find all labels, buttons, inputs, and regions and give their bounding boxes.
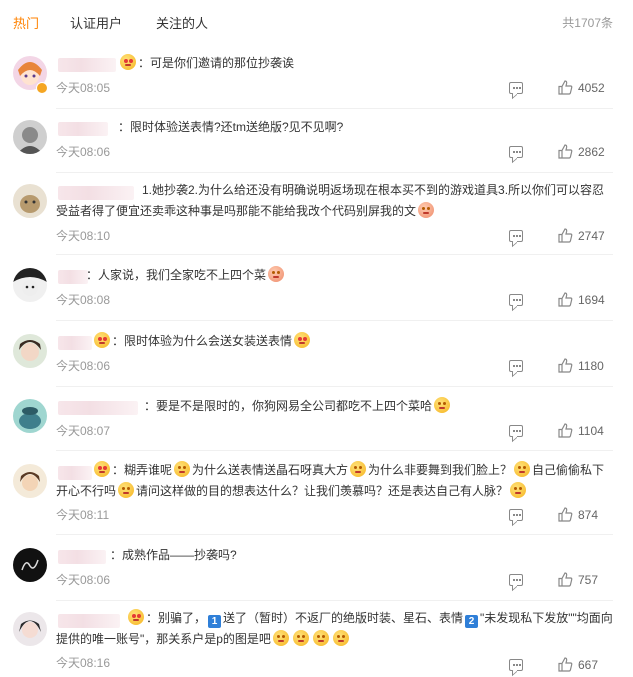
like-icon[interactable]: [558, 358, 573, 373]
comment-item: ：成熟作品——抄袭吗? 今天08:06 757: [0, 544, 633, 596]
like-icon[interactable]: [558, 657, 573, 672]
comment-time: 今天08:10: [56, 229, 111, 243]
reply-icon[interactable]: [509, 146, 523, 158]
like-icon[interactable]: [558, 423, 573, 438]
smile-emoji: [434, 397, 451, 413]
reply-icon[interactable]: [509, 360, 523, 372]
avatar[interactable]: [13, 268, 47, 302]
like-count: 4052: [578, 81, 605, 95]
like-count: 2747: [578, 229, 605, 243]
heart-eyes-emoji: [94, 332, 110, 348]
avatar[interactable]: [13, 612, 47, 646]
comment-time: 今天08:08: [56, 293, 111, 307]
tab-hot[interactable]: 热门: [13, 13, 39, 32]
divider: [56, 254, 613, 255]
comment-item: ：人家说，我们全家吃不上四个菜 今天08:08 1694: [0, 264, 633, 316]
reply-icon[interactable]: [509, 294, 523, 306]
like-icon[interactable]: [558, 292, 573, 307]
comment-time: 今天08:05: [56, 81, 111, 95]
comment-item: ：限时体验送表情?还tm送绝版?见不见啊? 今天08:06 2862: [0, 116, 633, 170]
comment-item: 1.她抄袭2.为什么给还没有明确说明返场现在根本买不到的游戏道具3.所以你们可以…: [0, 180, 633, 248]
avatar[interactable]: [13, 548, 47, 582]
keycap-2-icon: 2: [465, 615, 479, 628]
angry-emoji: [268, 266, 285, 282]
verified-badge-icon: [36, 82, 48, 94]
kiss-emoji: [294, 332, 311, 348]
reply-icon[interactable]: [509, 509, 523, 521]
heart-eyes-emoji: [94, 461, 110, 477]
comment-time: 今天08:06: [56, 573, 111, 587]
scream-emoji: [332, 630, 349, 646]
like-icon[interactable]: [558, 572, 573, 587]
divider: [56, 386, 613, 387]
comment-text: ：人家说，我们全家吃不上四个菜: [56, 265, 616, 286]
comment-text: ：糊弄谁呢 为什么送表情送晶石呀真大方 为什么非要舞到我们脸上？ 自己偷偷私下 开心不行…: [56, 461, 605, 498]
comment-item: ：别骗了， 1 送了（暂时）不返厂的绝版时装、星石、表情 2 "未发现私下发放""均面向…: [0, 608, 633, 676]
reply-icon[interactable]: [509, 574, 523, 586]
wink-emoji: [174, 461, 191, 477]
like-icon[interactable]: [558, 80, 573, 95]
comment-text: ：别骗了， 1 送了（暂时）不返厂的绝版时装、星石、表情 2 "未发现私下发放""均面向…: [56, 609, 613, 646]
divider: [56, 450, 613, 451]
reply-icon[interactable]: [509, 659, 523, 671]
reply-icon[interactable]: [509, 425, 523, 437]
peach-emoji: [418, 202, 435, 218]
comment-text: 1.她抄袭2.为什么给还没有明确说明返场现在根本买不到的游戏道具3.所以你们可以…: [56, 183, 605, 218]
like-count: 874: [578, 508, 599, 522]
keycap-1-icon: 1: [208, 615, 222, 628]
avatar[interactable]: [13, 464, 47, 498]
heart-eyes-emoji: [128, 609, 144, 625]
divider: [56, 600, 613, 601]
divider: [56, 534, 613, 535]
like-count: 2862: [578, 145, 605, 159]
comment-time: 今天08:06: [56, 359, 111, 373]
avatar[interactable]: [13, 120, 47, 154]
comment-text: ：要是不是限时的，你狗网易全公司都吃不上四个菜哈: [56, 396, 616, 417]
comment-total-count: 共1707条: [562, 16, 613, 30]
reply-icon[interactable]: [509, 82, 523, 94]
like-icon[interactable]: [558, 144, 573, 159]
avatar[interactable]: [13, 184, 47, 218]
like-count: 667: [578, 658, 599, 672]
comment-text: ：限时体验送表情?还tm送绝版?见不见啊?: [118, 120, 344, 134]
comment-text: ：可是你们邀请的那位抄袭诶: [56, 53, 616, 74]
comment-time: 今天08:06: [56, 145, 111, 159]
comment-text: ：成熟作品——抄袭吗?: [110, 548, 237, 562]
wink-emoji: [514, 461, 531, 477]
scream-emoji: [272, 630, 289, 646]
like-icon[interactable]: [558, 228, 573, 243]
heart-eyes-emoji: [120, 54, 136, 70]
avatar[interactable]: [13, 399, 47, 433]
comment-item: ：糊弄谁呢 为什么送表情送晶石呀真大方 为什么非要舞到我们脸上？ 自己偷偷私下 开心不行…: [0, 460, 633, 528]
comment-tabs: 热门 认证用户 关注的人 共1707条: [0, 0, 633, 44]
wink-emoji: [350, 461, 367, 477]
comment-item: ：可是你们邀请的那位抄袭诶 今天08:05 4052: [0, 52, 633, 108]
like-count: 1180: [578, 359, 604, 373]
comment-item: ：限时体验为什么会送女装送表情 今天08:06 1180: [0, 330, 633, 382]
comment-time: 今天08:11: [56, 508, 110, 522]
tab-verified-users[interactable]: 认证用户: [70, 13, 122, 32]
wink-emoji: [118, 482, 135, 498]
like-count: 1694: [578, 293, 605, 307]
scream-emoji: [292, 630, 309, 646]
divider: [56, 172, 613, 173]
comment-time: 今天08:07: [56, 424, 111, 438]
like-count: 1104: [578, 424, 604, 438]
divider: [56, 320, 613, 321]
wink-emoji: [510, 482, 527, 498]
like-count: 757: [578, 573, 599, 587]
comment-item: ：要是不是限时的，你狗网易全公司都吃不上四个菜哈 今天08:07 1104: [0, 395, 633, 447]
tab-following[interactable]: 关注的人: [156, 13, 208, 32]
scream-emoji: [312, 630, 329, 646]
divider: [56, 108, 613, 109]
comment-time: 今天08:16: [56, 656, 111, 670]
comment-text: ：限时体验为什么会送女装送表情: [56, 331, 616, 352]
avatar[interactable]: [13, 334, 47, 368]
like-icon[interactable]: [558, 507, 573, 522]
reply-icon[interactable]: [509, 230, 523, 242]
